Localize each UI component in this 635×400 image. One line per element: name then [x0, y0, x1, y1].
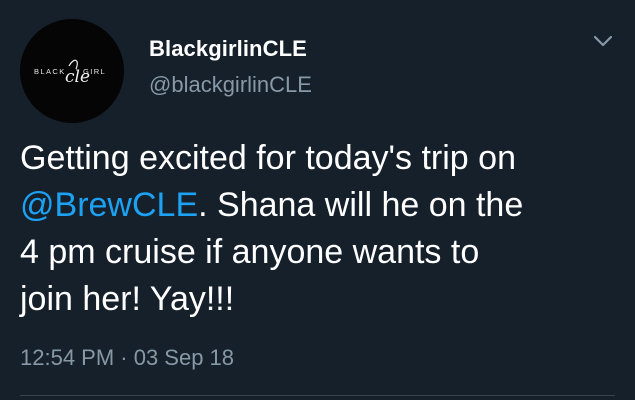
tweet-line-1: Getting excited for today's trip on	[20, 139, 516, 177]
tweet-line-3: 4 pm cruise if anyone wants to	[20, 233, 480, 271]
tweet-card: BLACK GIRL cle BlackgirlinCLE @blackgirl…	[0, 0, 635, 400]
tweet-text: Getting excited for today's trip on @Bre…	[20, 135, 620, 323]
chevron-down-icon[interactable]	[590, 31, 616, 51]
avatar-text-left: BLACK	[34, 67, 66, 76]
mention-link[interactable]: @BrewCLE	[20, 186, 198, 224]
user-handle[interactable]: @blackgirlinCLE	[149, 72, 312, 98]
tweet-line-2: @BrewCLE. Shana will he on the	[20, 182, 620, 229]
avatar-script: cle	[65, 67, 90, 87]
display-name[interactable]: BlackgirlinCLE	[149, 36, 307, 62]
tweet-timestamp[interactable]: 12:54 PM · 03 Sep 18	[20, 345, 234, 371]
divider	[20, 395, 615, 396]
avatar[interactable]: BLACK GIRL cle	[20, 19, 124, 123]
tweet-line-4: join her! Yay!!!	[20, 280, 235, 318]
tweet-line-2-text: . Shana will he on the	[198, 186, 524, 224]
avatar-logo-icon: BLACK GIRL cle	[20, 19, 124, 123]
